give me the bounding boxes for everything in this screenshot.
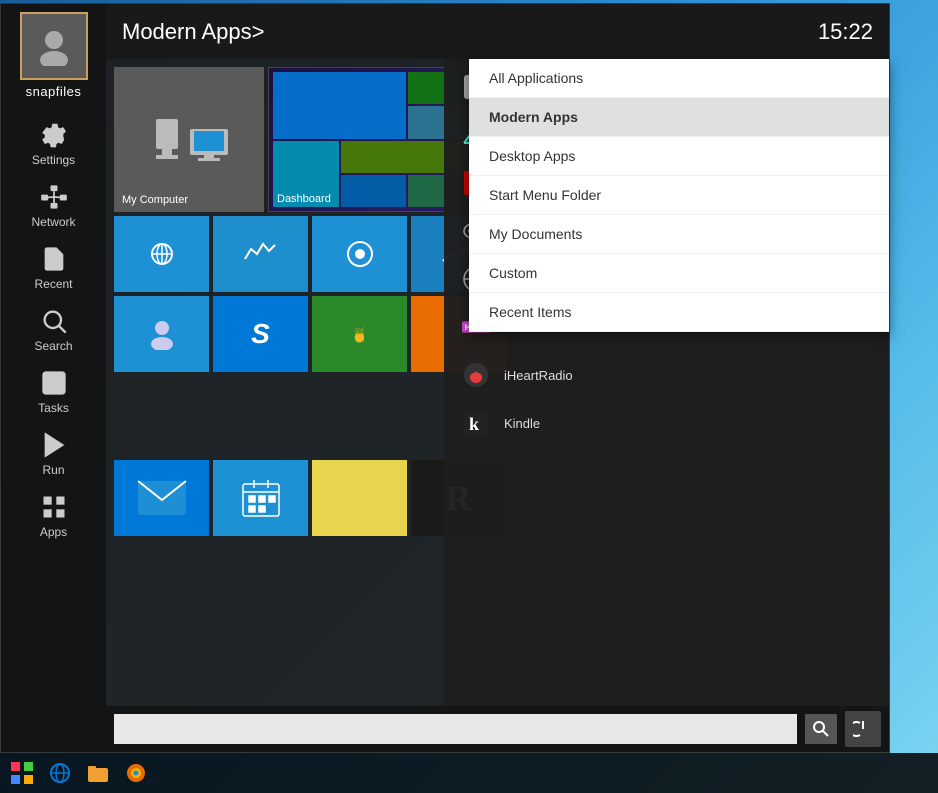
search-input[interactable] xyxy=(114,714,797,744)
header: Modern Apps> 15:22 xyxy=(106,4,889,59)
taskbar-firefox-button[interactable] xyxy=(118,755,154,791)
sidebar: snapfiles Settings Network Recent Search… xyxy=(1,4,106,752)
header-title: Modern Apps> xyxy=(122,19,264,45)
tile-sm-skype[interactable]: S xyxy=(213,296,308,372)
tile-my-computer[interactable]: My Computer xyxy=(114,67,264,212)
sidebar-label-settings: Settings xyxy=(32,153,75,167)
power-button[interactable] xyxy=(845,711,881,747)
sidebar-item-network[interactable]: Network xyxy=(9,175,99,237)
app-label-iheartradio: iHeartRadio xyxy=(504,368,573,383)
user-avatar[interactable] xyxy=(20,12,88,80)
my-computer-label: My Computer xyxy=(122,194,188,206)
main-content: Modern Apps> 15:22 xyxy=(106,4,889,752)
tile-sm-pineapple[interactable]: 🍍 xyxy=(312,296,407,372)
sidebar-item-search[interactable]: Search xyxy=(9,299,99,361)
taskbar-explorer-button[interactable] xyxy=(80,755,116,791)
bottom-bar xyxy=(106,706,889,752)
dropdown-all-applications[interactable]: All Applications xyxy=(469,59,889,98)
sidebar-label-run: Run xyxy=(42,463,64,477)
tile-sm-1[interactable] xyxy=(114,216,209,292)
tile-sm-mail[interactable] xyxy=(114,460,209,536)
taskbar-start-button[interactable] xyxy=(4,755,40,791)
app-title: snapfiles xyxy=(26,84,82,99)
dropdown-custom[interactable]: Custom xyxy=(469,254,889,293)
dropdown-menu: All Applications Modern Apps Desktop App… xyxy=(469,59,889,332)
dropdown-modern-apps[interactable]: Modern Apps xyxy=(469,98,889,137)
start-menu: snapfiles Settings Network Recent Search… xyxy=(0,3,890,753)
dropdown-recent-items[interactable]: Recent Items xyxy=(469,293,889,332)
sidebar-item-tasks[interactable]: Tasks xyxy=(9,361,99,423)
tile-sm-2[interactable] xyxy=(213,216,308,292)
dropdown-my-documents[interactable]: My Documents xyxy=(469,215,889,254)
taskbar-ie-button[interactable] xyxy=(42,755,78,791)
taskbar xyxy=(0,753,938,793)
dropdown-desktop-apps[interactable]: Desktop Apps xyxy=(469,137,889,176)
sidebar-label-search: Search xyxy=(34,339,72,353)
search-button[interactable] xyxy=(805,714,837,744)
dropdown-start-menu-folder[interactable]: Start Menu Folder xyxy=(469,176,889,215)
tile-sm-person[interactable] xyxy=(114,296,209,372)
sidebar-item-settings[interactable]: Settings xyxy=(9,113,99,175)
app-item-kindle[interactable]: k Kindle xyxy=(444,399,889,447)
sidebar-label-network: Network xyxy=(31,215,75,229)
dashboard-label: Dashboard xyxy=(277,193,331,205)
sidebar-item-apps[interactable]: Apps xyxy=(9,485,99,547)
header-time: 15:22 xyxy=(818,19,873,45)
app-icon-kindle: k xyxy=(460,407,492,439)
tile-sm-calendar[interactable] xyxy=(213,460,308,536)
app-label-kindle: Kindle xyxy=(504,416,540,431)
svg-text:k: k xyxy=(469,414,479,434)
sidebar-label-recent: Recent xyxy=(34,277,72,291)
sidebar-item-recent[interactable]: Recent xyxy=(9,237,99,299)
sidebar-label-apps: Apps xyxy=(40,525,67,539)
app-item-iheartradio[interactable]: iHeartRadio xyxy=(444,351,889,399)
tile-sm-sticky[interactable] xyxy=(312,460,407,536)
sidebar-item-run[interactable]: Run xyxy=(9,423,99,485)
app-icon-iheartradio xyxy=(460,359,492,391)
sidebar-label-tasks: Tasks xyxy=(38,401,69,415)
tile-sm-3[interactable] xyxy=(312,216,407,292)
